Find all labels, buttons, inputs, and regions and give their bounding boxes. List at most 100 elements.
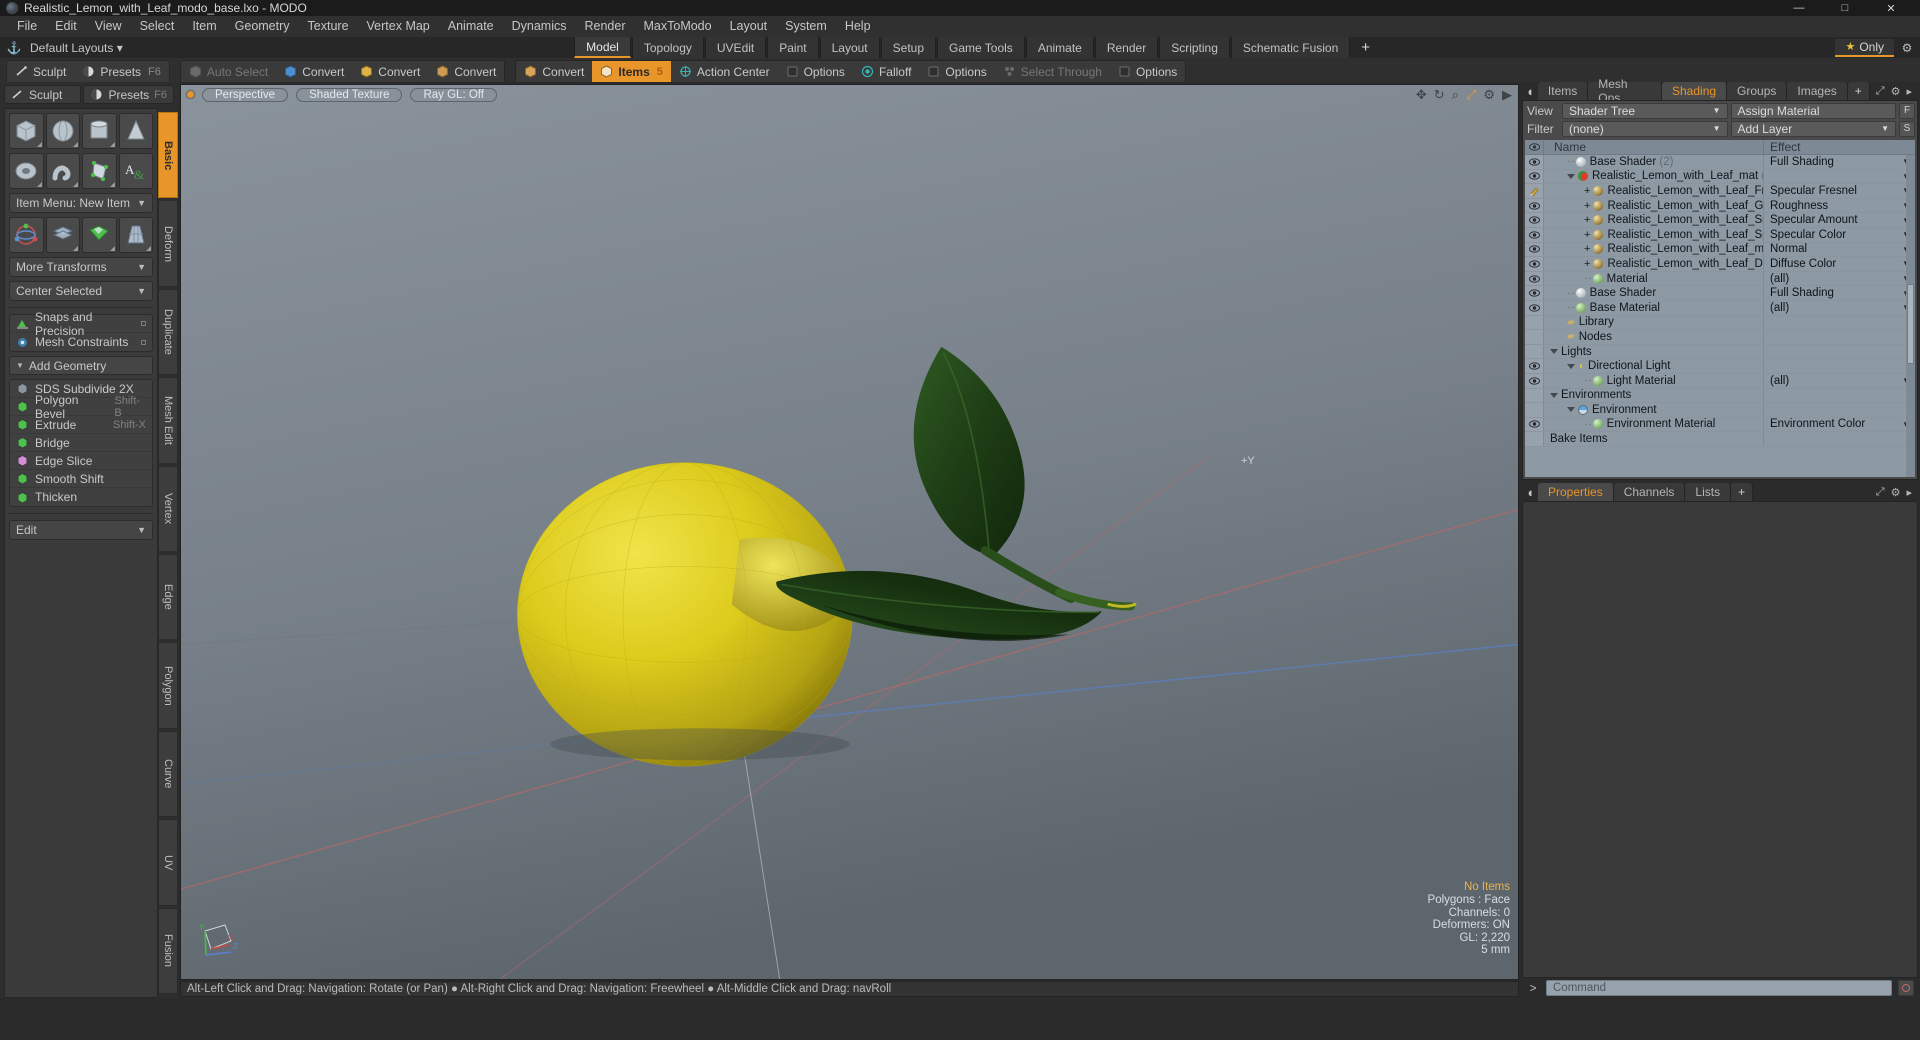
visibility-toggle[interactable] [1525, 242, 1543, 257]
maximize-button[interactable]: □ [1822, 0, 1868, 16]
menu-item[interactable]: Item [183, 16, 225, 37]
eye-icon[interactable] [1528, 377, 1540, 385]
tree-name-cell[interactable]: +Realistic_Lemon_with_Leaf_Specular (Ima… [1543, 227, 1763, 242]
tool-item-bridge[interactable]: Bridge [10, 434, 152, 452]
close-button[interactable]: ✕ [1868, 0, 1914, 16]
tree-name-cell[interactable]: + Realistic_Lemon_with_Leaf_mat_bump_bak … [1543, 242, 1763, 257]
viewport-3d[interactable]: Perspective Shaded Texture Ray GL: Off ✥… [180, 84, 1519, 980]
tree-effect-cell[interactable] [1763, 432, 1915, 446]
fit-icon[interactable]: ⤢ [1466, 88, 1476, 101]
menu-edit[interactable]: Edit [46, 16, 86, 37]
shader-tree-row[interactable]: Environments [1525, 388, 1915, 404]
shading-mode-button[interactable]: Shaded Texture [296, 87, 403, 102]
visibility-toggle[interactable] [1525, 257, 1543, 271]
visibility-toggle[interactable] [1525, 286, 1543, 300]
layout-tab-topology[interactable]: Topology [631, 37, 704, 58]
viewport-active-dot-icon[interactable] [187, 91, 194, 98]
visibility-toggle[interactable] [1525, 330, 1543, 344]
properties-collapse-icon[interactable]: ◖ [1522, 483, 1538, 501]
tool-item-thicken[interactable]: Thicken [10, 488, 152, 506]
shader-tree-row[interactable]: ·· Base Shader (2) Full Shading▼ [1525, 155, 1915, 170]
tool-item-edge-slice[interactable]: Edge Slice [10, 452, 152, 470]
layout-tab-layout[interactable]: Layout [819, 37, 880, 58]
shader-tree-row[interactable]: ▰ Library [1525, 315, 1915, 331]
vertical-tab-deform[interactable]: Deform [158, 200, 178, 287]
select-through-button[interactable]: Select Through [995, 61, 1110, 82]
vertical-tab-curve[interactable]: Curve [158, 730, 178, 818]
add-properties-tab-button[interactable]: + [1731, 483, 1754, 501]
convert-item-button[interactable]: Convert [516, 61, 592, 82]
tree-effect-cell[interactable]: Full Shading▼ [1763, 155, 1915, 169]
assign-material-button[interactable]: Assign Material [1730, 102, 1896, 119]
eye-icon[interactable] [1528, 172, 1540, 181]
cone-primitive-button[interactable] [118, 113, 153, 149]
tree-name-cell[interactable]: Bake Items [1543, 432, 1763, 446]
convert-edge-button[interactable]: Convert [352, 61, 428, 82]
eye-icon[interactable] [1528, 216, 1540, 224]
snaps-options-square[interactable] [141, 321, 146, 326]
tube-primitive-button[interactable] [45, 153, 80, 189]
visibility-toggle[interactable] [1525, 300, 1543, 315]
vertical-tab-basic[interactable]: Basic [158, 112, 178, 199]
filter-dropdown[interactable]: (none) ▼ [1562, 120, 1728, 137]
transform-tool-button[interactable] [9, 217, 44, 253]
tree-effect-cell[interactable]: Specular Amount▼ [1763, 213, 1915, 227]
expand-triangle-icon[interactable] [1567, 173, 1575, 179]
expand-plus-icon[interactable]: + [1584, 200, 1590, 212]
panel-gear-icon[interactable]: ⚙ [1891, 85, 1901, 98]
vertical-tab-vertex[interactable]: Vertex [158, 465, 178, 553]
tree-name-cell[interactable]: Realistic_Lemon_with_Leaf_mat (Material) [1543, 169, 1763, 184]
tree-effect-cell[interactable]: Full Shading▼ [1763, 286, 1915, 300]
record-icon[interactable] [1898, 980, 1914, 996]
expand-plus-icon[interactable]: + [1584, 243, 1590, 255]
tree-name-cell[interactable]: +Realistic_Lemon_with_Leaf_Diffuse (Imag… [1543, 257, 1763, 271]
vertical-tab-mesh-edit[interactable]: Mesh Edit [158, 377, 178, 464]
tree-effect-cell[interactable]: (all)▼ [1763, 373, 1915, 388]
visibility-toggle[interactable] [1525, 359, 1543, 373]
tree-name-cell[interactable]: Lights [1543, 344, 1763, 359]
layout-tab-schematic-fusion[interactable]: Schematic Fusion [1230, 37, 1351, 58]
expand-triangle-icon[interactable] [1567, 363, 1575, 369]
properties-tab-properties[interactable]: Properties [1538, 483, 1614, 501]
tree-name-cell[interactable]: ◗ Directional Light [1543, 359, 1763, 373]
projection-button[interactable] [118, 217, 153, 253]
left-presets-button[interactable]: Presets F6 [83, 85, 174, 104]
tree-name-cell[interactable]: +Realistic_Lemon_with_Leaf_Specular (Ima… [1543, 213, 1763, 227]
visibility-toggle[interactable] [1525, 344, 1543, 359]
eye-icon[interactable] [1528, 231, 1540, 239]
visibility-toggle[interactable] [1525, 198, 1543, 213]
eye-icon[interactable] [1528, 245, 1540, 254]
anchor-icon[interactable]: ⚓ [6, 41, 22, 55]
visibility-toggle[interactable] [1525, 184, 1543, 198]
tool-item-smooth-shift[interactable]: Smooth Shift [10, 470, 152, 488]
pan-icon[interactable]: ✥ [1416, 88, 1427, 101]
rotate-icon[interactable]: ↻ [1434, 88, 1445, 101]
more-transforms-dropdown[interactable]: More Transforms ▼ [9, 257, 153, 277]
visibility-toggle[interactable] [1525, 373, 1543, 388]
tree-name-cell[interactable]: ·· Material [1543, 271, 1763, 286]
menu-texture[interactable]: Texture [299, 16, 358, 37]
mesh-grid-button[interactable] [45, 217, 80, 253]
tree-name-cell[interactable]: ·· Environment Material [1543, 417, 1763, 432]
layout-tab-render[interactable]: Render [1094, 37, 1159, 58]
tree-name-cell[interactable]: +Realistic_Lemon_with_Leaf_Glossiness (I… [1543, 198, 1763, 213]
axis-gizmo[interactable]: Y X Z [195, 921, 245, 965]
expand-plus-icon[interactable]: + [1584, 185, 1590, 197]
layout-tab-model[interactable]: Model [574, 37, 631, 58]
shader-tree-row[interactable]: Realistic_Lemon_with_Leaf_mat (Material)… [1525, 169, 1915, 185]
eye-icon[interactable] [1528, 158, 1540, 166]
eye-icon[interactable] [1528, 420, 1540, 429]
layout-tab-game-tools[interactable]: Game Tools [937, 37, 1025, 58]
eye-icon[interactable] [1528, 362, 1540, 370]
visibility-toggle[interactable] [1525, 169, 1543, 184]
shader-tree-row[interactable]: +Realistic_Lemon_with_Leaf_Glossiness (I… [1525, 198, 1915, 214]
cylinder-primitive-button[interactable] [82, 113, 117, 149]
tree-effect-cell[interactable]: Specular Fresnel▼ [1763, 184, 1915, 198]
viewport-gear-icon[interactable]: ⚙ [1483, 88, 1495, 101]
command-input[interactable]: Command [1546, 980, 1892, 996]
torus-primitive-button[interactable] [9, 153, 44, 189]
tree-effect-cell[interactable]: (all)▼ [1763, 300, 1915, 315]
viewport-more-icon[interactable]: ▶ [1502, 88, 1512, 101]
visibility-toggle[interactable] [1525, 227, 1543, 242]
vertical-tab-duplicate[interactable]: Duplicate [158, 288, 178, 376]
